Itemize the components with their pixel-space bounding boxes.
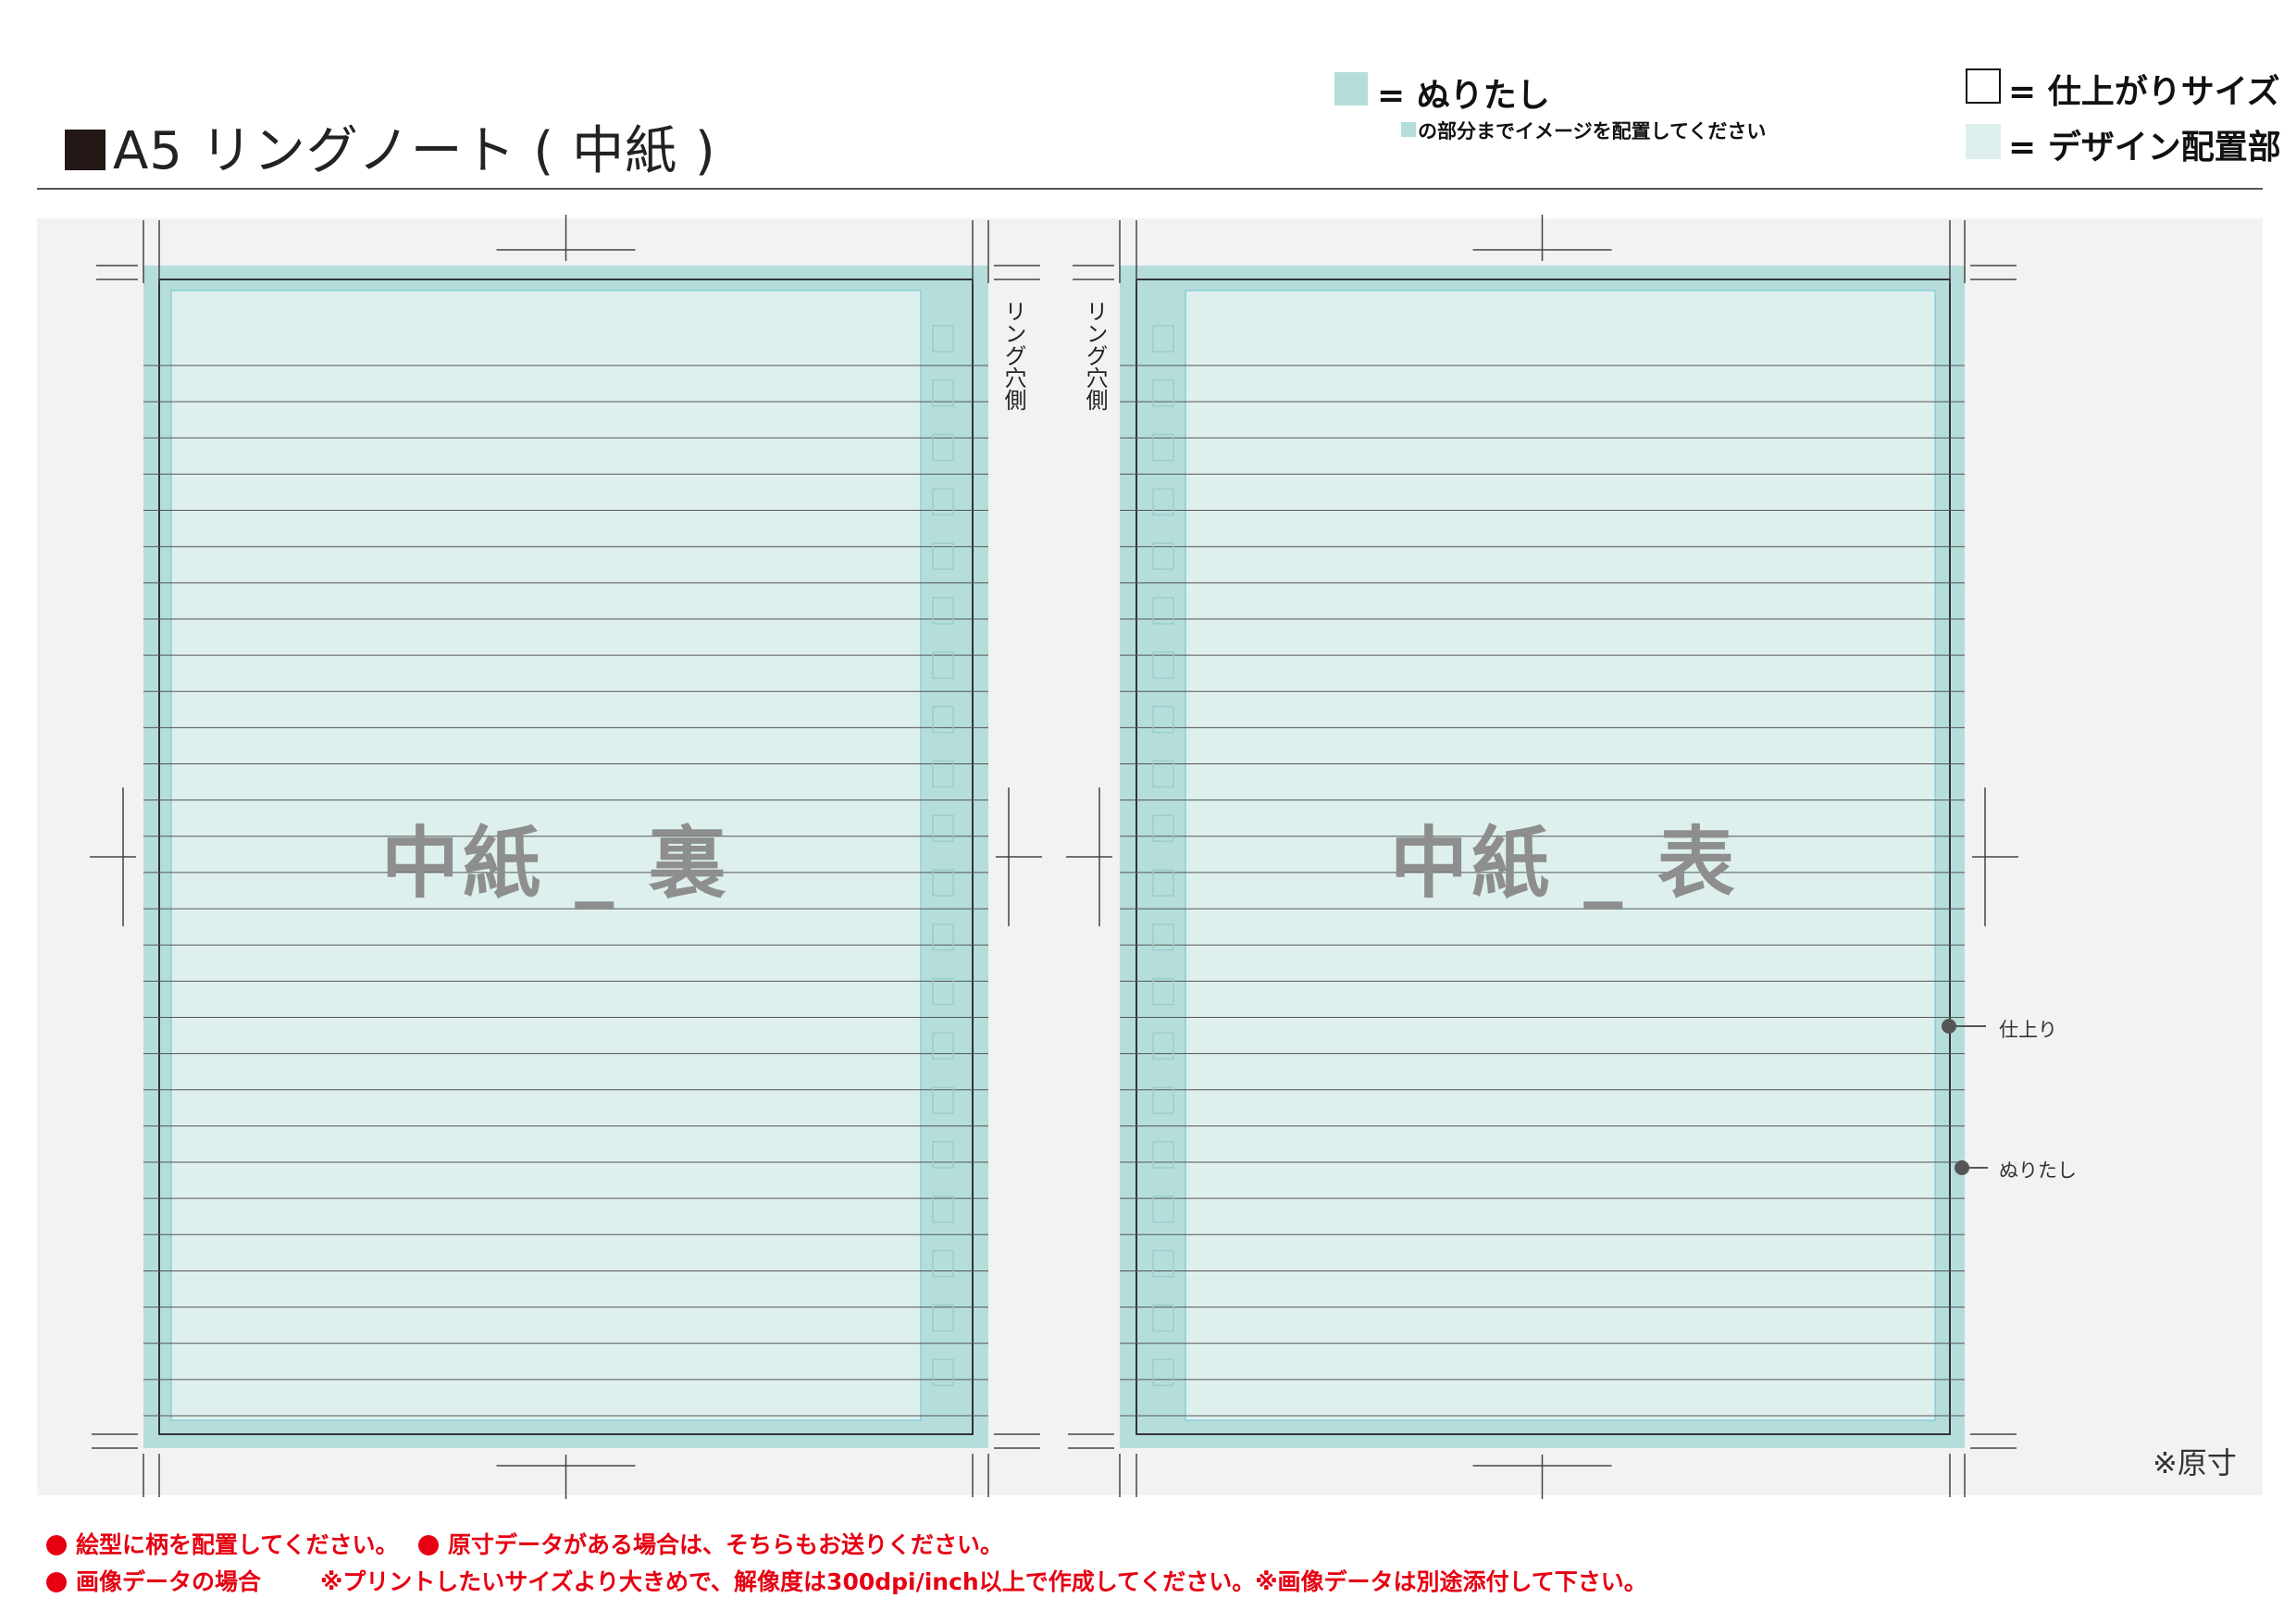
- note-image-data-text: 画像データの場合: [76, 1568, 262, 1595]
- bullet-icon: [46, 1572, 67, 1592]
- page-artwork: [90, 215, 2018, 1499]
- note-image-data: 画像データの場合: [46, 1564, 261, 1597]
- actual-size-note: ※原寸: [2153, 1445, 2237, 1481]
- ring-side-label-front: リング穴側: [1082, 300, 1108, 411]
- note-resolution: ※プリントしたいサイズより大きめで、解像度は300dpi/inch以上で作成して…: [320, 1568, 1647, 1595]
- note-pattern: 絵型に柄を配置してください。: [46, 1527, 399, 1560]
- bullet-icon: [418, 1535, 439, 1555]
- bullet-icon: [46, 1535, 67, 1555]
- page-label-front: 中紙 _ 表: [1390, 818, 1739, 909]
- page-label-back: 中紙 _ 裏: [381, 818, 730, 909]
- note-pattern-text: 絵型に柄を配置してください。: [76, 1531, 399, 1558]
- note-original-data: 原寸データがある場合は、そちらもお送りください。: [418, 1527, 1003, 1560]
- ring-side-label-back: リング穴側: [1000, 300, 1026, 411]
- callout-finish-label: 仕上り: [1999, 1019, 2057, 1041]
- note-original-data-text: 原寸データがある場合は、そちらもお送りください。: [448, 1531, 1004, 1558]
- callout-bleed-label: ぬりたし: [1999, 1159, 2077, 1182]
